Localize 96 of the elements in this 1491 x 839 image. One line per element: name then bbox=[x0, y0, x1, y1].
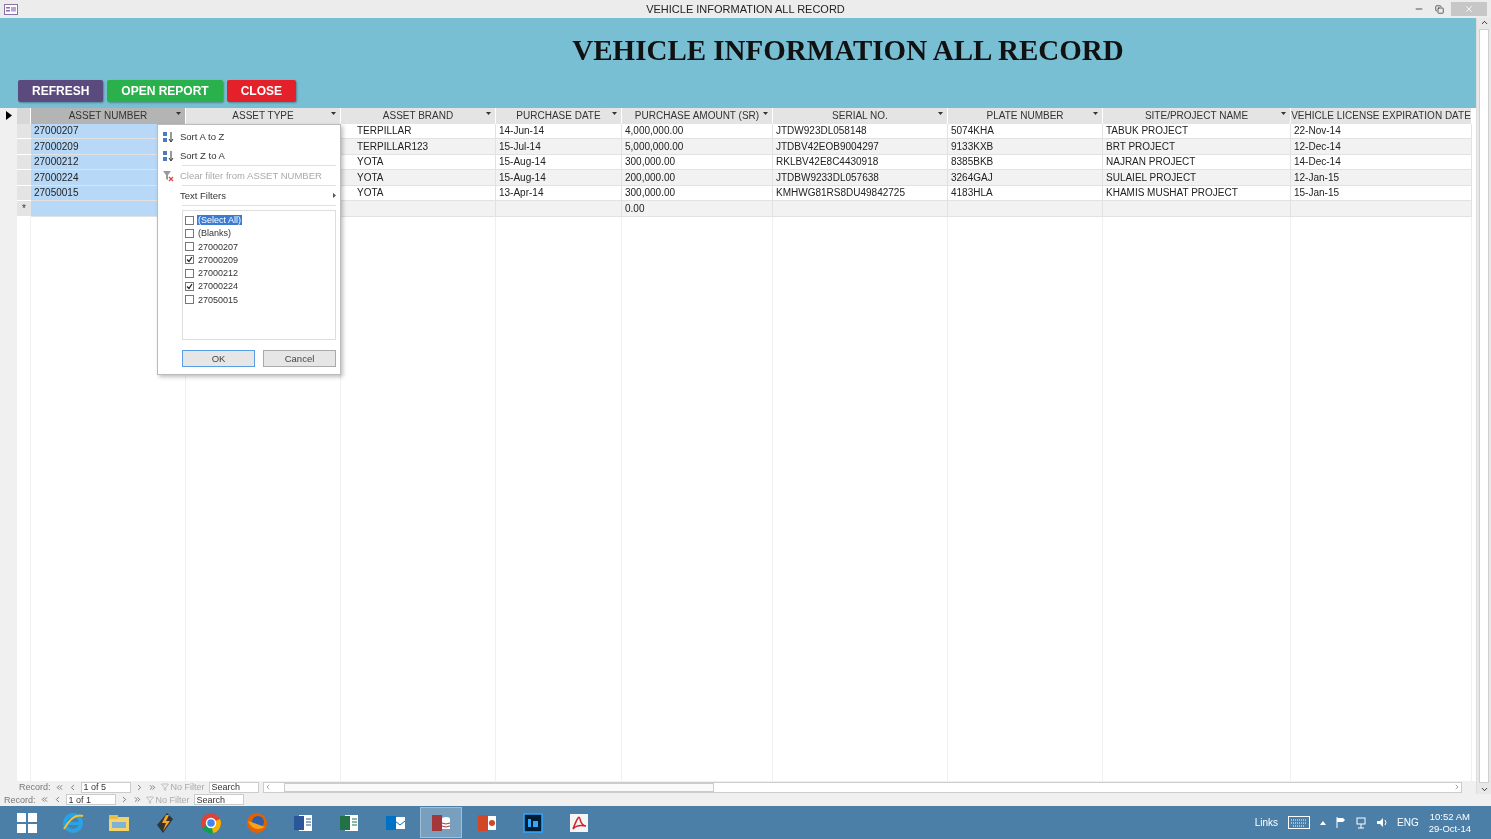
search-field[interactable]: Search bbox=[193, 794, 244, 806]
new-record-marker: * bbox=[17, 201, 31, 217]
checkbox-label[interactable]: (Select All) bbox=[197, 215, 242, 225]
image-editor-icon bbox=[521, 810, 545, 835]
search-field[interactable]: Search bbox=[208, 781, 259, 793]
form-title: VEHICLE INFORMATION ALL RECORD bbox=[571, 33, 1125, 68]
column-header[interactable]: PLATE NUMBER bbox=[948, 108, 1103, 124]
table-cell: TERPILLAR123 bbox=[341, 139, 496, 155]
table-cell: 5,000,000.00 bbox=[622, 139, 773, 155]
double-chevron-right-icon bbox=[147, 782, 157, 792]
filter-icon bbox=[145, 795, 154, 804]
fox-globe-icon bbox=[245, 810, 269, 835]
last-record-button[interactable] bbox=[132, 795, 142, 805]
speaker-icon[interactable] bbox=[1377, 817, 1388, 828]
dropdown-arrow-icon[interactable] bbox=[612, 112, 617, 115]
table-cell: 200,000.00 bbox=[622, 170, 773, 186]
table-cell: JTDBV42EOB9004297 bbox=[773, 139, 948, 155]
record-label: Record: bbox=[4, 794, 36, 805]
e-logo-icon bbox=[61, 810, 85, 835]
window-title: VEHICLE INFORMATION ALL RECORD bbox=[646, 3, 845, 15]
close-icon bbox=[1464, 4, 1474, 14]
table-cell: 15-Jul-14 bbox=[496, 139, 622, 155]
table-cell: 0.00 bbox=[622, 201, 773, 217]
checkbox[interactable] bbox=[185, 215, 194, 225]
sort-descending-icon bbox=[162, 149, 174, 162]
restore-icon bbox=[1434, 4, 1444, 14]
table-cell: 12-Jan-15 bbox=[1291, 170, 1472, 186]
vertical-scrollbar[interactable] bbox=[1476, 18, 1491, 794]
dropdown-arrow-icon[interactable] bbox=[176, 112, 181, 115]
checkbox[interactable] bbox=[185, 295, 194, 305]
double-chevron-left-icon bbox=[39, 795, 49, 805]
network-icon[interactable] bbox=[1356, 816, 1368, 829]
clock-date[interactable]: 29-Oct-14 bbox=[1428, 822, 1471, 835]
checkbox-label[interactable]: 27000224 bbox=[197, 281, 240, 292]
form-button[interactable]: REFRESH bbox=[18, 80, 104, 102]
column-header[interactable]: SERIAL NO. bbox=[773, 108, 948, 124]
checkbox[interactable] bbox=[185, 255, 194, 265]
horizontal-scrollbar[interactable] bbox=[262, 781, 1462, 793]
checkbox-label[interactable]: 27050015 bbox=[197, 294, 240, 305]
clock-time[interactable]: 10:52 AM bbox=[1429, 810, 1470, 823]
round-logo-icon bbox=[199, 810, 223, 835]
checkbox-label[interactable]: 27000212 bbox=[197, 268, 240, 279]
column-header[interactable]: PURCHASE AMOUNT (SR) bbox=[622, 108, 773, 124]
record-position-field[interactable]: 1 of 5 bbox=[80, 781, 131, 793]
language-indicator[interactable]: ENG bbox=[1397, 817, 1419, 828]
column-header[interactable]: SITE/PROJECT NAME bbox=[1103, 108, 1291, 124]
table-cell: 12-Dec-14 bbox=[1291, 139, 1472, 155]
first-record-button[interactable] bbox=[54, 782, 64, 792]
table-cell: YOTA bbox=[341, 170, 496, 186]
dialog-button[interactable]: Cancel bbox=[263, 350, 336, 367]
column-header[interactable]: ASSET NUMBER bbox=[31, 108, 186, 124]
checkbox[interactable] bbox=[185, 282, 194, 291]
record-position-field[interactable]: 1 of 1 bbox=[65, 794, 116, 806]
dropdown-arrow-icon[interactable] bbox=[938, 112, 943, 115]
table-cell: SULAIEL PROJECT bbox=[1103, 170, 1291, 186]
form-icon bbox=[4, 3, 18, 15]
checkbox-label[interactable]: 27000209 bbox=[197, 254, 240, 265]
dropdown-arrow-icon[interactable] bbox=[331, 112, 336, 115]
keyboard-icon[interactable] bbox=[1288, 816, 1311, 829]
submenu-arrow-icon bbox=[333, 193, 336, 198]
taskbar-button[interactable] bbox=[420, 807, 462, 838]
checkbox-label[interactable]: (Blanks) bbox=[197, 228, 232, 239]
table-cell: BRT PROJECT bbox=[1103, 139, 1291, 155]
caret-up-icon[interactable] bbox=[1320, 820, 1327, 825]
record-pointer-icon bbox=[5, 111, 12, 120]
column-header[interactable]: PURCHASE DATE bbox=[496, 108, 622, 124]
dropdown-arrow-icon[interactable] bbox=[486, 112, 491, 115]
column-header[interactable]: ASSET TYPE bbox=[186, 108, 341, 124]
start-icon bbox=[17, 812, 37, 833]
flag-icon[interactable] bbox=[1336, 817, 1347, 828]
chevron-up-icon bbox=[1479, 18, 1489, 27]
table-cell: 9133KXB bbox=[948, 139, 1103, 155]
sort-ascending-icon bbox=[162, 130, 174, 143]
chevron-right-icon bbox=[1453, 783, 1461, 792]
checkbox[interactable] bbox=[185, 228, 194, 238]
dropdown-arrow-icon[interactable] bbox=[1281, 112, 1286, 115]
filter-icon bbox=[160, 783, 169, 792]
checkbox[interactable] bbox=[185, 242, 194, 252]
last-record-button[interactable] bbox=[147, 782, 157, 792]
double-chevron-right-icon bbox=[132, 795, 142, 805]
form-button[interactable]: CLOSE bbox=[226, 80, 297, 102]
links-toolbar[interactable]: Links bbox=[1254, 817, 1279, 828]
table-cell: JTDBW9233DL057638 bbox=[773, 170, 948, 186]
table-cell: 3264GAJ bbox=[948, 170, 1103, 186]
checkbox[interactable] bbox=[185, 268, 194, 278]
dialog-button[interactable]: OK bbox=[182, 350, 255, 367]
double-chevron-left-icon bbox=[54, 782, 64, 792]
table-cell: 15-Aug-14 bbox=[496, 170, 622, 186]
checkbox-label[interactable]: 27000207 bbox=[197, 241, 240, 252]
first-record-button[interactable] bbox=[39, 795, 49, 805]
column-header[interactable]: ASSET BRAND bbox=[341, 108, 496, 124]
record-label: Record: bbox=[19, 782, 51, 793]
column-header[interactable]: VEHICLE LICENSE EXPIRATION DATE bbox=[1291, 108, 1472, 124]
dropdown-arrow-icon[interactable] bbox=[763, 112, 768, 115]
clear-filter-icon bbox=[162, 169, 174, 182]
dropdown-arrow-icon[interactable] bbox=[1093, 112, 1098, 115]
